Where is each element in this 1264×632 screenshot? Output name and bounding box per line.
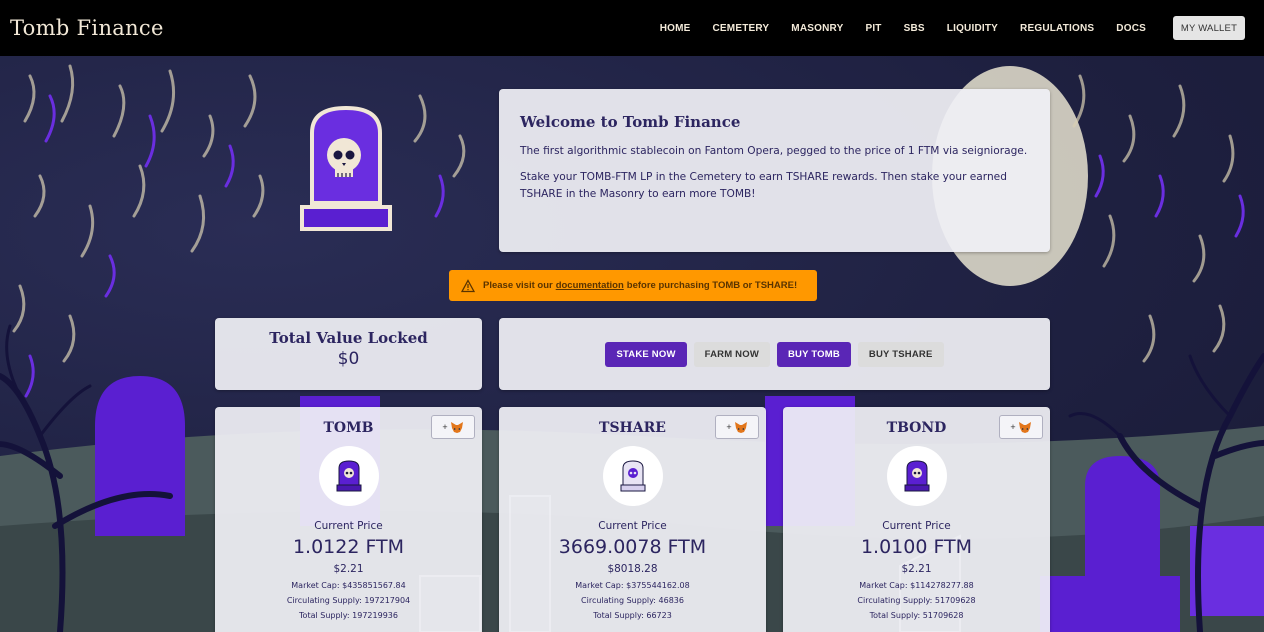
alert-text-pre: Please visit our xyxy=(483,280,553,291)
price-ftm: 3669.0078 FTM xyxy=(558,536,707,558)
market-cap: Market Cap: $435851567.84 xyxy=(291,581,406,590)
total-supply: Total Supply: 197219936 xyxy=(299,611,398,620)
add-tbond-to-metamask-button[interactable]: + xyxy=(999,415,1043,439)
current-price-label: Current Price xyxy=(314,520,383,532)
nav-link-docs[interactable]: DOCS xyxy=(1105,23,1157,34)
tombstone-skull-icon xyxy=(620,460,645,492)
buy-tomb-button[interactable]: BUY TOMB xyxy=(777,341,851,367)
stake-now-button[interactable]: STAKE NOW xyxy=(605,341,687,367)
tvl-card: Total Value Locked $0 xyxy=(215,318,482,390)
metamask-fox-icon xyxy=(450,421,463,433)
buy-tshare-button[interactable]: BUY TSHARE xyxy=(857,341,944,367)
tbond-logo xyxy=(886,446,947,506)
circulating-supply: Circulating Supply: 46836 xyxy=(581,596,684,605)
token-card-tomb: + TOMB Current Price 1.0122 FTM $2.21 Ma… xyxy=(215,407,482,632)
tvl-title: Total Value Locked xyxy=(269,329,428,347)
circulating-supply: Circulating Supply: 51709628 xyxy=(857,596,976,605)
add-label: + xyxy=(726,422,732,432)
welcome-text-1: The first algorithmic stablecoin on Fant… xyxy=(520,145,1028,157)
token-card-tbond: + TBOND Current Price 1.0100 FTM $2.21 M… xyxy=(783,407,1050,632)
tvl-value: $0 xyxy=(337,349,360,369)
main-nav: HOME CEMETERY MASONRY PIT SBS LIQUIDITY … xyxy=(649,23,1157,34)
price-ftm: 1.0100 FTM xyxy=(860,536,973,558)
price-usd: $8018.28 xyxy=(607,563,658,575)
tombstone-skull-icon xyxy=(336,460,361,492)
current-price-label: Current Price xyxy=(598,520,667,532)
documentation-link[interactable]: documentation xyxy=(556,280,624,291)
documentation-alert: Please visit our documentation before pu… xyxy=(449,270,817,301)
tombstone-skull-icon xyxy=(904,460,929,492)
tshare-logo xyxy=(602,446,663,506)
market-cap: Market Cap: $375544162.08 xyxy=(575,581,690,590)
add-label: + xyxy=(1010,422,1016,432)
add-tomb-to-metamask-button[interactable]: + xyxy=(431,415,475,439)
nav-link-cemetery[interactable]: CEMETERY xyxy=(702,23,781,34)
market-cap: Market Cap: $114278277.88 xyxy=(859,581,974,590)
metamask-fox-icon xyxy=(734,421,747,433)
alert-text-post: before purchasing TOMB or TSHARE! xyxy=(626,280,798,291)
tombstone-skull-icon xyxy=(300,105,392,231)
welcome-card: Welcome to Tomb Finance The first algori… xyxy=(499,89,1050,252)
current-price-label: Current Price xyxy=(882,520,951,532)
total-supply: Total Supply: 66723 xyxy=(593,611,672,620)
warning-icon xyxy=(461,278,475,292)
total-supply: Total Supply: 51709628 xyxy=(869,611,964,620)
nav-link-masonry[interactable]: MASONRY xyxy=(780,23,854,34)
price-ftm: 1.0122 FTM xyxy=(292,536,405,558)
welcome-text-2: Stake your TOMB-FTM LP in the Cemetery t… xyxy=(520,171,1007,200)
price-usd: $2.21 xyxy=(333,563,364,575)
brand-logo[interactable]: Tomb Finance xyxy=(10,16,164,40)
add-tshare-to-metamask-button[interactable]: + xyxy=(715,415,759,439)
nav-link-regulations[interactable]: REGULATIONS xyxy=(1009,23,1105,34)
top-navbar: Tomb Finance HOME CEMETERY MASONRY PIT S… xyxy=(0,0,1264,56)
nav-link-sbs[interactable]: SBS xyxy=(893,23,936,34)
circulating-supply: Circulating Supply: 197217904 xyxy=(286,596,411,605)
welcome-title: Welcome to Tomb Finance xyxy=(520,113,741,131)
price-usd: $2.21 xyxy=(901,563,932,575)
nav-link-liquidity[interactable]: LIQUIDITY xyxy=(936,23,1009,34)
nav-link-home[interactable]: HOME xyxy=(649,23,702,34)
farm-now-button[interactable]: FARM NOW xyxy=(693,341,770,367)
my-wallet-button[interactable]: MY WALLET xyxy=(1173,16,1245,40)
action-buttons-card: STAKE NOW FARM NOW BUY TOMB BUY TSHARE xyxy=(499,318,1050,390)
tomb-logo xyxy=(318,446,379,506)
metamask-fox-icon xyxy=(1018,421,1031,433)
token-card-tshare: + TSHARE Current Price 3669.0078 FTM $80… xyxy=(499,407,766,632)
add-label: + xyxy=(442,422,448,432)
nav-link-pit[interactable]: PIT xyxy=(854,23,892,34)
